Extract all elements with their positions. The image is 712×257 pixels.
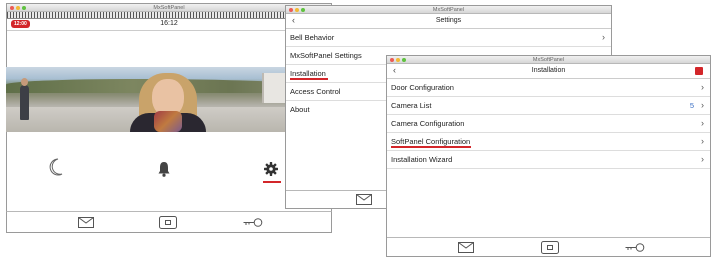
chevron-right-icon: ›	[701, 118, 704, 128]
settings-item-label: Access Control	[290, 87, 341, 96]
selection-underline	[290, 78, 328, 80]
settings-item-label: Bell Behavior	[290, 33, 335, 42]
camera-view[interactable]	[6, 67, 324, 132]
installation-item-softpanel-config[interactable]: SoftPanel Configuration ›	[387, 133, 710, 151]
installation-item-door-config[interactable]: Door Configuration ›	[387, 79, 710, 97]
installation-item-label: Camera Configuration	[391, 119, 465, 128]
chevron-right-icon: ›	[701, 136, 704, 146]
chevron-right-icon: ›	[701, 82, 704, 92]
bottom-bar	[6, 211, 332, 233]
bell-icon[interactable]	[157, 161, 171, 177]
window-title: MxSoftPanel	[532, 57, 565, 63]
selection-underline	[391, 146, 471, 148]
window-title: MxSoftPanel	[153, 5, 185, 11]
installation-item-label: Camera List	[391, 101, 432, 110]
window-title: MxSoftPanel	[432, 7, 465, 13]
settings-item-label: Installation	[290, 69, 326, 78]
title-bar: MxSoftPanel	[7, 4, 331, 12]
toolbar-strip	[7, 12, 331, 19]
chevron-right-icon: ›	[701, 154, 704, 164]
page-title: Installation	[531, 67, 566, 74]
moon-icon[interactable]	[49, 158, 63, 176]
gear-highlight	[263, 181, 281, 183]
installation-item-camera-config[interactable]: Camera Configuration ›	[387, 115, 710, 133]
settings-item-label: About	[290, 105, 310, 114]
title-bar: MxSoftPanel	[286, 6, 611, 14]
nav-header: ‹ Installation	[387, 64, 710, 79]
nav-header: ‹ Settings	[286, 14, 611, 29]
mail-icon[interactable]	[78, 217, 94, 228]
chevron-right-icon: ›	[602, 32, 605, 42]
status-bar: 12:00 16:12	[7, 19, 331, 31]
title-bar: MxSoftPanel	[387, 56, 710, 64]
installation-window: MxSoftPanel ‹ Installation Door Configur…	[386, 55, 711, 257]
page-title: Settings	[435, 17, 462, 24]
settings-item-bell-behavior[interactable]: Bell Behavior ›	[286, 29, 611, 47]
mail-icon[interactable]	[458, 242, 474, 253]
gear-icon[interactable]	[264, 162, 278, 176]
bottom-bar	[387, 237, 710, 256]
camera-icon[interactable]	[159, 216, 177, 229]
count-badge: 5	[689, 101, 694, 110]
chevron-right-icon: ›	[701, 100, 704, 110]
installation-item-wizard[interactable]: Installation Wizard ›	[387, 151, 710, 169]
clock: 16:12	[160, 20, 178, 27]
visitor-figure	[20, 78, 29, 120]
installation-item-label: Installation Wizard	[391, 155, 453, 164]
installation-item-camera-list[interactable]: Camera List 5 ›	[387, 97, 710, 115]
key-icon[interactable]	[243, 218, 263, 227]
installation-item-label: SoftPanel Configuration	[391, 137, 471, 146]
camera-icon[interactable]	[541, 241, 559, 254]
settings-item-label: MxSoftPanel Settings	[290, 51, 362, 60]
mail-icon[interactable]	[356, 194, 372, 205]
key-icon[interactable]	[625, 243, 645, 252]
installation-item-label: Door Configuration	[391, 83, 454, 92]
alert-icon[interactable]	[695, 67, 703, 75]
